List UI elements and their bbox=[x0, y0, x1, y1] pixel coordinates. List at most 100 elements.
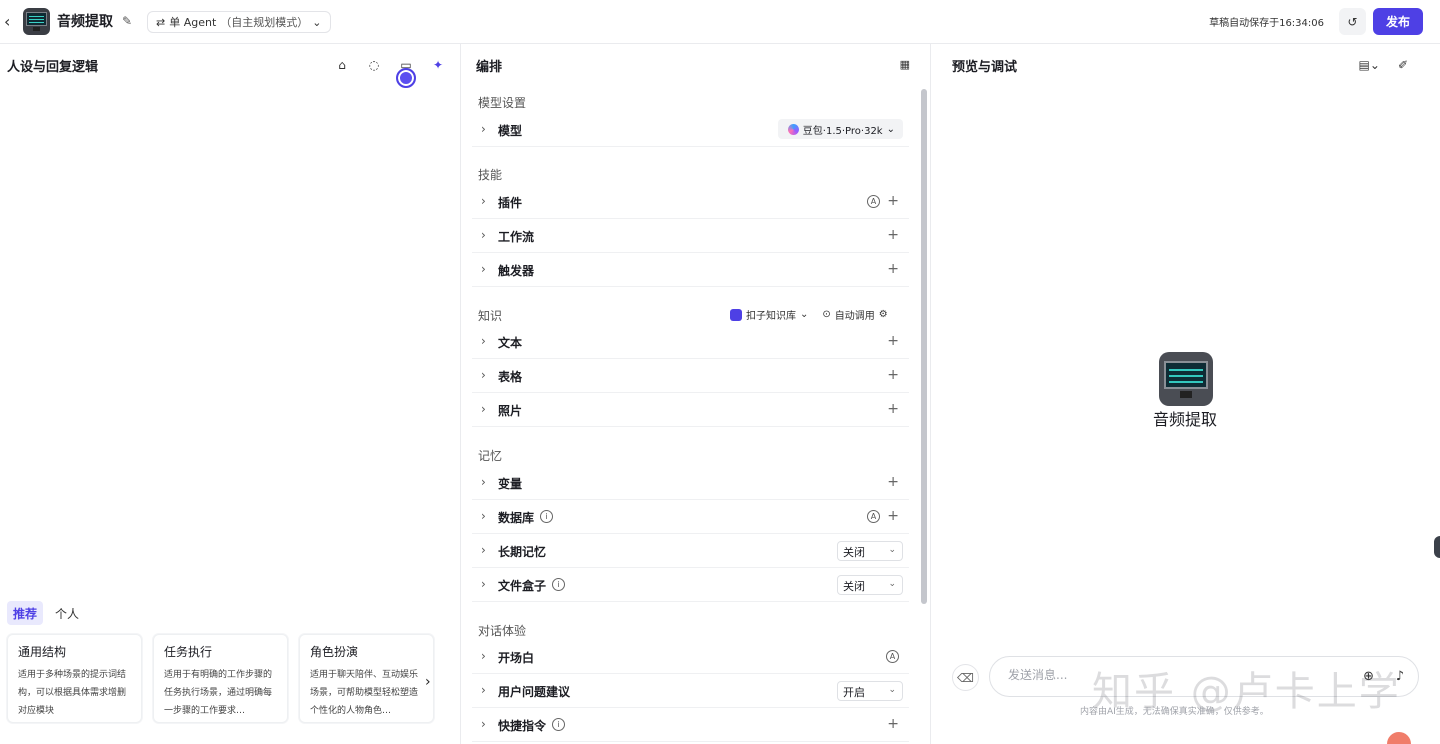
edit-icon[interactable]: ✎ bbox=[122, 14, 136, 28]
knowledge-source-select[interactable]: 扣子知识库 ⌄ bbox=[730, 307, 808, 322]
plus-icon[interactable]: + bbox=[887, 508, 899, 524]
plus-icon[interactable]: + bbox=[887, 716, 899, 732]
info-icon[interactable]: i bbox=[552, 578, 565, 591]
chevron-right-icon: › bbox=[481, 334, 486, 348]
orchestration-panel: 编排 ▦ 模型设置 › 模型 豆包·1.5·Pro·32k ⌄ 技能 › 插件 … bbox=[462, 44, 931, 744]
chevron-right-icon: › bbox=[481, 368, 486, 382]
history-button[interactable]: ↺ bbox=[1339, 8, 1366, 35]
tab-recommended[interactable]: 推荐 bbox=[7, 601, 44, 625]
row-workflow[interactable]: › 工作流 + bbox=[472, 219, 909, 253]
orchestration-title: 编排 bbox=[476, 60, 503, 75]
row-label: 表格 bbox=[498, 370, 523, 384]
row-plugin[interactable]: › 插件 A + bbox=[472, 185, 909, 219]
row-photo[interactable]: › 照片 + bbox=[472, 393, 909, 427]
row-suggest[interactable]: › 用户问题建议 开启 ⌄ bbox=[472, 674, 909, 708]
suggest-select[interactable]: 开启 ⌄ bbox=[837, 681, 903, 701]
row-table[interactable]: › 表格 + bbox=[472, 359, 909, 393]
bot-avatar bbox=[1159, 352, 1213, 406]
row-longterm-memory[interactable]: › 长期记忆 关闭 ⌄ bbox=[472, 534, 909, 568]
select-value: 关闭 bbox=[843, 580, 865, 593]
plus-icon[interactable]: + bbox=[887, 333, 899, 349]
knowledge-base-icon bbox=[730, 308, 742, 321]
chevron-right-icon: › bbox=[481, 262, 486, 276]
chevron-right-icon: › bbox=[481, 475, 486, 489]
scrollbar[interactable] bbox=[921, 89, 927, 604]
section-dialog: 对话体验 bbox=[478, 624, 527, 638]
card-desc: 适用于多种场景的提示词结构，可以根据具体需求增删对应模块 bbox=[18, 670, 127, 716]
auto-icon[interactable]: A bbox=[867, 195, 880, 208]
save-status: 草稿自动保存于16:34:06 bbox=[1209, 18, 1324, 29]
top-bar: ‹ 音频提取 ✎ ⇄ 单 Agent （自主规划模式） ⌄ 草稿自动保存于16:… bbox=[0, 0, 1440, 44]
card-desc: 适用于聊天陪伴、互动娱乐场景，可帮助模型轻松塑造个性化的人物角色… bbox=[310, 670, 419, 716]
select-value: 开启 bbox=[843, 686, 865, 699]
bulb-icon[interactable]: ◌ bbox=[365, 56, 383, 74]
back-icon[interactable]: ‹ bbox=[4, 13, 16, 31]
card-title: 任务执行 bbox=[164, 645, 213, 659]
agent-mode-sub: （自主规划模式） bbox=[220, 16, 309, 29]
chevron-right-icon: › bbox=[481, 509, 486, 523]
persona-panel: 人设与回复逻辑 ⌂ ◌ ▭ ✦ 推荐 个人 通用结构 适用于多种场景的提示词结构… bbox=[0, 44, 461, 744]
row-trigger[interactable]: › 触发器 + bbox=[472, 253, 909, 287]
knowledge-source-label: 扣子知识库 bbox=[746, 311, 796, 322]
persona-title: 人设与回复逻辑 bbox=[7, 60, 99, 75]
broom-icon: ⌫ bbox=[957, 670, 974, 685]
row-model[interactable]: › 模型 豆包·1.5·Pro·32k ⌄ bbox=[472, 113, 909, 147]
section-model: 模型设置 bbox=[478, 96, 527, 110]
row-database[interactable]: › 数据库 i A + bbox=[472, 500, 909, 534]
plus-icon[interactable]: + bbox=[887, 474, 899, 490]
info-icon[interactable]: i bbox=[540, 510, 553, 523]
tab-personal[interactable]: 个人 bbox=[49, 601, 85, 625]
chevron-right-icon: › bbox=[481, 717, 486, 731]
app-icon bbox=[23, 8, 50, 35]
publish-button[interactable]: 发布 bbox=[1373, 8, 1423, 35]
row-filebox[interactable]: › 文件盒子 i 关闭 ⌄ bbox=[472, 568, 909, 602]
chevron-right-icon: › bbox=[481, 402, 486, 416]
chevron-right-icon: › bbox=[481, 228, 486, 242]
chevron-right-icon: › bbox=[481, 649, 486, 663]
clear-history-button[interactable]: ⌫ bbox=[952, 664, 979, 691]
row-label: 快捷指令 bbox=[498, 719, 547, 733]
template-card-task[interactable]: 任务执行 适用于有明确的工作步骤的任务执行场景，通过明确每一步骤的工作要求… bbox=[153, 634, 288, 723]
row-text[interactable]: › 文本 + bbox=[472, 325, 909, 359]
plus-icon[interactable]: + bbox=[887, 367, 899, 383]
plus-icon[interactable]: + bbox=[887, 193, 899, 209]
auto-icon[interactable]: A bbox=[886, 650, 899, 663]
template-card-roleplay[interactable]: 角色扮演 适用于聊天陪伴、互动娱乐场景，可帮助模型轻松塑造个性化的人物角色… bbox=[299, 634, 434, 723]
side-handle[interactable] bbox=[1434, 536, 1440, 558]
row-variable[interactable]: › 变量 + bbox=[472, 466, 909, 500]
row-label: 用户问题建议 bbox=[498, 685, 571, 699]
row-label: 长期记忆 bbox=[498, 545, 547, 559]
row-opening[interactable]: › 开场白 A bbox=[472, 640, 909, 674]
template-card-general[interactable]: 通用结构 适用于多种场景的提示词结构，可以根据具体需求增删对应模块 bbox=[7, 634, 142, 723]
select-value: 关闭 bbox=[843, 546, 865, 559]
debug-settings-icon[interactable]: ▤⌄ bbox=[1359, 58, 1380, 72]
filebox-select[interactable]: 关闭 ⌄ bbox=[837, 575, 903, 595]
brush-icon[interactable]: ✐ bbox=[1398, 58, 1408, 72]
plus-icon[interactable]: + bbox=[887, 261, 899, 277]
auto-call-setting[interactable]: ⊙ 自动调用 ⚙ bbox=[822, 307, 887, 322]
ai-disclaimer: 内容由AI生成，无法确保真实准确，仅供参考。 bbox=[1080, 707, 1269, 717]
magic-optimize-icon[interactable]: ✦ bbox=[429, 56, 447, 74]
cursor-indicator bbox=[396, 68, 416, 88]
plus-icon[interactable]: + bbox=[887, 227, 899, 243]
longterm-memory-select[interactable]: 关闭 ⌄ bbox=[837, 541, 903, 561]
app-title: 音频提取 bbox=[57, 14, 113, 30]
info-icon[interactable]: i bbox=[552, 718, 565, 731]
section-skills: 技能 bbox=[478, 168, 503, 182]
chevron-right-icon[interactable]: › bbox=[425, 674, 443, 692]
model-select[interactable]: 豆包·1.5·Pro·32k ⌄ bbox=[777, 119, 903, 139]
row-label: 文本 bbox=[498, 336, 523, 350]
chevron-right-icon: › bbox=[481, 683, 486, 697]
section-memory: 记忆 bbox=[478, 449, 503, 463]
auto-icon[interactable]: A bbox=[867, 510, 880, 523]
row-label: 照片 bbox=[498, 404, 523, 418]
layout-grid-icon[interactable]: ▦ bbox=[900, 58, 910, 71]
chevron-right-icon: › bbox=[481, 543, 486, 557]
box-icon[interactable]: ⌂ bbox=[333, 56, 351, 74]
chevron-right-icon: › bbox=[481, 122, 486, 136]
row-shortcut[interactable]: › 快捷指令 i + bbox=[472, 708, 909, 742]
plus-icon[interactable]: + bbox=[887, 401, 899, 417]
agent-mode-select[interactable]: ⇄ 单 Agent （自主规划模式） ⌄ bbox=[147, 11, 331, 33]
agent-icon: ⇄ bbox=[156, 15, 166, 29]
robot-icon: ⊙ bbox=[822, 309, 831, 320]
